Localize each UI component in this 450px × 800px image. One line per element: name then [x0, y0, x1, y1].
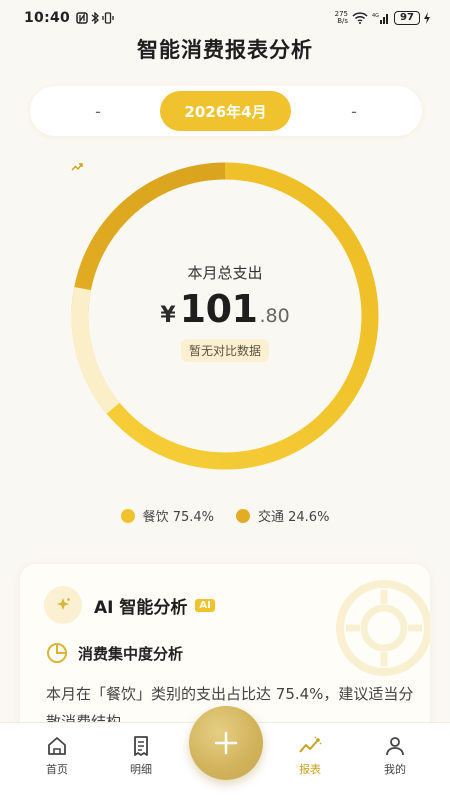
ai-section-header: 消费集中度分析 [46, 642, 183, 664]
current-month-button[interactable]: 2026年4月 [160, 91, 291, 131]
svg-text:4G: 4G [372, 13, 379, 19]
sparkle-icon [57, 598, 70, 610]
receipt-icon [134, 736, 148, 756]
charging-icon [424, 12, 430, 24]
total-expense-label: 本月总支出 [187, 264, 263, 282]
legend-item-transport: 交通 24.6% [236, 506, 329, 525]
comparison-text: 暂无对比数据 [188, 344, 261, 358]
page-title: 智能消费报表分析 [137, 38, 313, 62]
add-record-button[interactable] [189, 706, 263, 780]
tab-profile-label: 我的 [384, 763, 406, 776]
amount-decimal: .80 [259, 305, 290, 327]
legend-label-transport: 交通 24.6% [258, 510, 330, 525]
donut-center: 本月总支出 ¥ 101 .80 暂无对比数据 [71, 162, 379, 470]
currency-symbol: ¥ [160, 303, 176, 328]
status-notification-icons [76, 12, 114, 24]
plus-icon [214, 731, 238, 755]
next-month-button[interactable]: - [346, 102, 362, 121]
ai-section-title: 消费集中度分析 [78, 644, 184, 663]
ai-brain-decoration-icon [336, 580, 430, 676]
nfc-icon [76, 12, 88, 24]
total-expense-amount: ¥ 101 .80 [160, 287, 289, 331]
wifi-icon [352, 12, 368, 24]
month-selector: - 2026年4月 - [30, 86, 422, 136]
legend-dot-dining [120, 508, 135, 523]
tab-profile[interactable]: 我的 [363, 735, 427, 777]
bluetooth-icon [91, 12, 100, 24]
battery-indicator: 97 [394, 11, 420, 25]
expense-donut-chart: 本月总支出 ¥ 101 .80 暂无对比数据 [71, 162, 379, 470]
pie-chart-icon [47, 643, 67, 663]
comparison-chip: 暂无对比数据 [71, 163, 269, 362]
tab-details[interactable]: 明细 [109, 735, 173, 777]
vibrate-icon [102, 12, 114, 24]
status-time: 10:40 [24, 10, 71, 26]
chart-icon [299, 736, 322, 753]
cellular-signal-icon: 4G [372, 13, 388, 24]
legend-label-dining: 餐饮 75.4% [142, 510, 214, 525]
tab-reports[interactable]: 报表 [278, 735, 342, 777]
status-bar: 10:40 275 B/s 4G 97 [0, 0, 450, 36]
legend-dot-transport [236, 508, 250, 523]
ai-card-header: AI 智能分析 AI [44, 586, 215, 624]
tab-home[interactable]: 首页 [25, 735, 89, 777]
legend-item-dining: 餐饮 75.4% [120, 506, 214, 525]
tab-home-label: 首页 [46, 763, 68, 776]
previous-month-button[interactable]: - [90, 102, 106, 121]
user-icon [386, 737, 404, 756]
ai-card-title: AI 智能分析 [94, 597, 188, 618]
ai-badge: AI [195, 598, 215, 612]
tab-reports-label: 报表 [299, 763, 321, 776]
ai-sparkle-avatar [44, 586, 82, 624]
home-icon [48, 737, 66, 755]
trend-up-icon [71, 163, 83, 171]
net-speed: 275 B/s [334, 10, 348, 25]
tab-details-label: 明细 [130, 763, 152, 776]
amount-integer: 101 [179, 287, 258, 331]
chart-legend: 餐饮 75.4% 交通 24.6% [0, 506, 450, 525]
